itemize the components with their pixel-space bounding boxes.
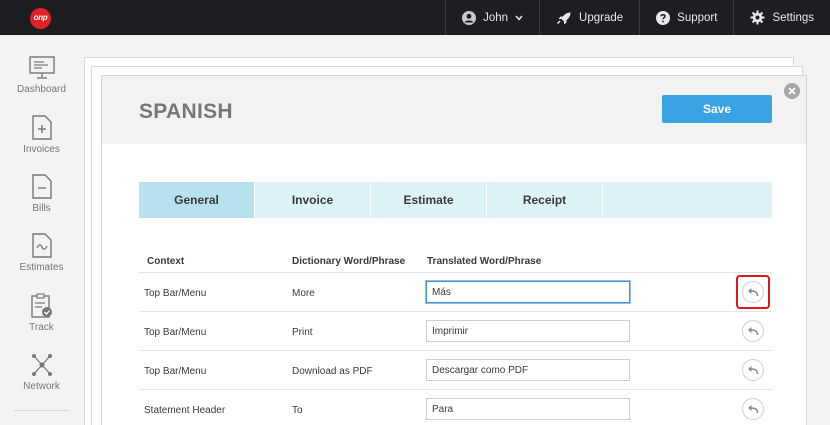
reset-button[interactable] — [742, 320, 764, 342]
dictionary-cell: Print — [292, 327, 313, 338]
gear-icon — [750, 10, 765, 25]
translation-input[interactable] — [426, 398, 630, 420]
tab-bar: General Invoice Estimate Receipt — [139, 182, 772, 218]
table-row: Top Bar/Menu Download as PDF — [139, 351, 772, 390]
context-cell: Top Bar/Menu — [144, 288, 207, 299]
tab-invoice[interactable]: Invoice — [255, 182, 370, 218]
network-icon — [31, 354, 52, 376]
upgrade-link[interactable]: Upgrade — [539, 0, 639, 35]
rocket-icon — [557, 12, 571, 24]
sidebar-item-estimates[interactable]: Estimates — [0, 233, 83, 273]
reset-button[interactable] — [742, 281, 764, 303]
sidebar-item-label: Estimates — [19, 262, 64, 273]
translation-input[interactable] — [426, 320, 630, 342]
support-link[interactable]: Support — [639, 0, 733, 35]
user-icon — [462, 10, 477, 25]
table-row: Top Bar/Menu Print — [139, 312, 772, 351]
table-header: Context Dictionary Word/Phrase Translate… — [139, 248, 772, 273]
close-icon — [788, 87, 796, 95]
dictionary-cell: More — [292, 288, 315, 299]
translation-modal: SPANISH Save General Invoice Estimate Re… — [101, 75, 807, 425]
settings-link[interactable]: Settings — [733, 0, 830, 35]
sidebar-item-track[interactable]: Track — [0, 293, 83, 333]
table-row: Statement Header To — [139, 390, 772, 425]
sidebar-item-label: Track — [29, 322, 54, 333]
save-button[interactable]: Save — [662, 95, 772, 123]
close-button[interactable] — [784, 83, 800, 99]
help-circle-icon — [656, 10, 671, 25]
translation-input[interactable] — [426, 359, 630, 381]
sidebar-item-label: Dashboard — [17, 84, 66, 95]
settings-label: Settings — [772, 11, 814, 24]
sidebar: Dashboard Invoices Bills Estimates Track… — [0, 35, 83, 425]
context-cell: Statement Header — [144, 405, 226, 416]
tab-general[interactable]: General — [139, 182, 254, 218]
clipboard-check-icon — [30, 293, 52, 318]
dictionary-cell: To — [292, 405, 303, 416]
undo-arrow-icon — [748, 366, 759, 375]
app-logo[interactable]: onp — [30, 8, 51, 29]
column-header-translated: Translated Word/Phrase — [427, 256, 542, 267]
top-bar: onp John Upgrade Support Settings — [0, 0, 830, 35]
top-nav: John Upgrade Support Settings — [445, 0, 830, 35]
undo-arrow-icon — [748, 327, 759, 336]
upgrade-label: Upgrade — [579, 11, 624, 24]
user-name: John — [483, 11, 509, 24]
page-title: SPANISH — [139, 100, 233, 123]
sidebar-divider — [14, 410, 69, 411]
user-menu[interactable]: John — [445, 0, 539, 35]
dictionary-cell: Download as PDF — [292, 366, 373, 377]
sidebar-item-dashboard[interactable]: Dashboard — [0, 56, 83, 95]
column-header-context: Context — [147, 256, 185, 267]
translation-input[interactable] — [426, 281, 630, 303]
sidebar-item-label: Network — [23, 381, 60, 392]
context-cell: Top Bar/Menu — [144, 366, 207, 377]
column-header-dictionary: Dictionary Word/Phrase — [292, 256, 406, 267]
reset-button[interactable] — [742, 359, 764, 381]
tab-filler — [603, 182, 772, 218]
context-cell: Top Bar/Menu — [144, 327, 207, 338]
undo-arrow-icon — [748, 405, 759, 414]
support-label: Support — [677, 11, 718, 24]
logo-text: onp — [33, 13, 48, 22]
chevron-down-icon — [515, 15, 523, 21]
sidebar-item-network[interactable]: Network — [0, 353, 83, 392]
monitor-icon — [28, 56, 55, 79]
sidebar-item-label: Bills — [32, 203, 51, 214]
sidebar-item-label: Invoices — [23, 144, 60, 155]
translation-table: Context Dictionary Word/Phrase Translate… — [139, 248, 772, 425]
invoice-plus-icon — [31, 115, 52, 140]
estimate-icon — [31, 233, 52, 258]
bill-minus-icon — [31, 174, 52, 199]
sidebar-item-invoices[interactable]: Invoices — [0, 115, 83, 155]
modal-header: SPANISH Save — [102, 76, 806, 144]
tab-receipt[interactable]: Receipt — [487, 182, 602, 218]
undo-arrow-icon — [748, 288, 759, 297]
tab-estimate[interactable]: Estimate — [371, 182, 486, 218]
table-row: Top Bar/Menu More — [139, 273, 772, 312]
sidebar-item-bills[interactable]: Bills — [0, 174, 83, 214]
reset-button[interactable] — [742, 398, 764, 420]
